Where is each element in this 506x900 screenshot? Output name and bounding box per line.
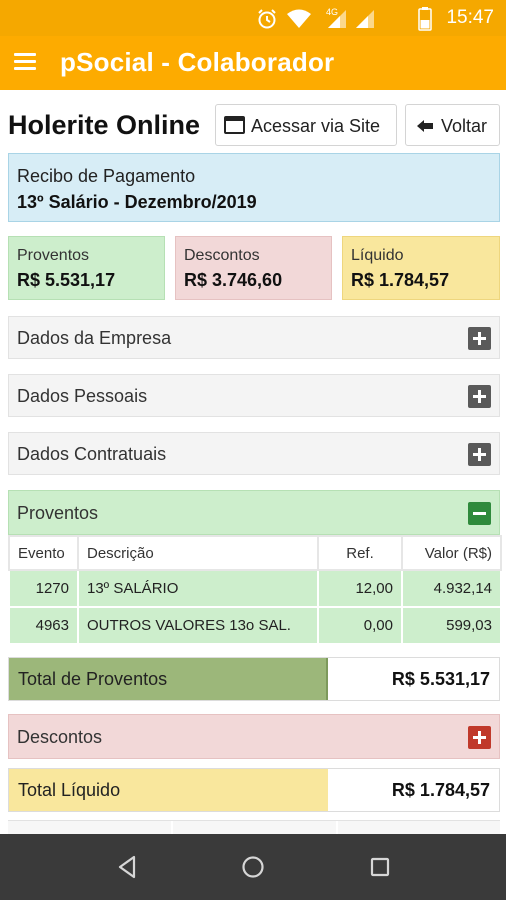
cell-evento: 4963 [8,606,79,645]
table-header-row: Evento Descrição Ref. Valor (R$) [8,535,502,571]
table-row: 1270 13º SALÁRIO 12,00 4.932,14 [8,569,502,608]
section-dados-contratuais-label: Dados Contratuais [17,444,167,464]
partial-table-row [8,820,500,835]
section-dados-empresa-label: Dados da Empresa [17,328,172,348]
cell-ref: 0,00 [317,606,403,645]
cell-ref: 12,00 [317,569,403,608]
page-title: Holerite Online [8,110,201,140]
section-dados-contratuais[interactable]: Dados Contratuais [8,432,500,475]
column-header-descricao: Descrição [77,535,319,571]
summary-card-descontos: Descontos R$ 3.746,60 [175,236,332,300]
back-label: Voltar [441,116,488,136]
section-dados-pessoais[interactable]: Dados Pessoais [8,374,500,417]
section-dados-pessoais-label: Dados Pessoais [17,386,148,406]
section-proventos-label: Proventos [17,503,99,523]
hamburger-menu-icon[interactable] [12,50,40,74]
alarm-icon [258,9,276,29]
summary-card-proventos: Proventos R$ 5.531,17 [8,236,165,300]
access-site-label: Acessar via Site [251,116,381,136]
wifi-icon [287,9,311,28]
section-descontos[interactable]: Descontos [8,714,500,759]
expand-plus-icon[interactable] [468,327,491,350]
cell-valor: 599,03 [401,606,502,645]
nav-recents-icon[interactable] [364,852,396,882]
nav-home-icon[interactable] [237,852,269,882]
total-proventos-value: R$ 5.531,17 [391,669,490,689]
system-nav-bar [0,834,506,900]
nav-back-icon[interactable] [112,852,144,882]
expand-plus-icon[interactable] [468,726,491,749]
cell-descricao: OUTROS VALORES 13o SAL. [77,606,319,645]
section-dados-empresa[interactable]: Dados da Empresa [8,316,500,359]
browser-window-icon [224,116,245,134]
cell-evento: 1270 [8,569,79,608]
proventos-table: Evento Descrição Ref. Valor (R$) 1270 13… [8,535,502,645]
summary-liquido-label: Líquido [351,247,404,264]
signal-icon [356,10,374,28]
cell-descricao: 13º SALÁRIO [77,569,319,608]
back-button[interactable]: Voltar [405,104,500,146]
section-descontos-label: Descontos [17,727,103,747]
app-title: pSocial - Colaborador [60,47,335,77]
receipt-header: Recibo de Pagamento 13º Salário - Dezemb… [8,153,500,222]
receipt-period: 13º Salário - Dezembro/2019 [17,192,257,212]
receipt-title: Recibo de Pagamento [17,166,196,186]
network-type-label: 4G [326,7,338,17]
summary-card-liquido: Líquido R$ 1.784,57 [342,236,500,300]
collapse-minus-icon[interactable] [468,502,491,525]
table-row: 4963 OUTROS VALORES 13o SAL. 0,00 599,03 [8,606,502,645]
column-header-valor: Valor (R$) [401,535,502,571]
battery-icon [418,7,432,31]
status-time: 15:47 [446,7,494,28]
summary-proventos-label: Proventos [17,247,90,264]
status-bar: 4G 15:47 [0,0,506,36]
total-proventos-label: Total de Proventos [9,658,328,700]
signal-icon: 4G [326,7,346,28]
app-bar: pSocial - Colaborador [0,36,506,90]
summary-descontos-label: Descontos [184,247,260,264]
total-liquido-value: R$ 1.784,57 [391,780,490,800]
app-screen: 4G 15:47 pSocial - Colaborador Holerite … [0,0,506,900]
expand-plus-icon[interactable] [468,385,491,408]
expand-plus-icon[interactable] [468,443,491,466]
arrow-left-icon [417,120,433,132]
column-header-evento: Evento [8,535,79,571]
total-liquido-label: Total Líquido [9,769,328,811]
total-proventos-row: Total de Proventos R$ 5.531,17 [8,657,500,701]
summary-descontos-value: R$ 3.746,60 [184,270,283,290]
cell-valor: 4.932,14 [401,569,502,608]
total-liquido-row: Total Líquido R$ 1.784,57 [8,768,500,812]
section-proventos[interactable]: Proventos [8,490,500,535]
access-site-button[interactable]: Acessar via Site [215,104,397,146]
summary-liquido-value: R$ 1.784,57 [351,270,450,290]
column-header-ref: Ref. [317,535,403,571]
summary-proventos-value: R$ 5.531,17 [17,270,116,290]
